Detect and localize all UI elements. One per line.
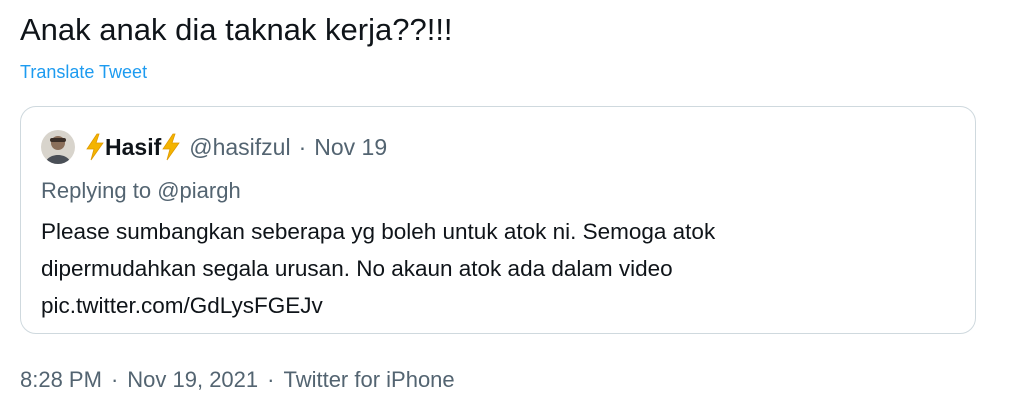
body-line: Please sumbangkan seberapa yg boleh untu…: [41, 219, 716, 244]
translate-tweet-link[interactable]: Translate Tweet: [20, 60, 147, 84]
tweet-time[interactable]: 8:28 PM: [20, 367, 102, 392]
quoted-tweet-card[interactable]: Hasif @hasifzul · Nov 19 Replying to @pi…: [20, 106, 976, 334]
quoted-tweet-date[interactable]: Nov 19: [314, 134, 387, 161]
separator-dot: ·: [298, 133, 307, 160]
display-name-text: Hasif: [105, 133, 162, 160]
tweet-date[interactable]: Nov 19, 2021: [127, 367, 258, 392]
tweet-text: Anak anak dia taknak kerja??!!!: [20, 12, 453, 47]
lightning-icon: [85, 133, 105, 161]
replying-to: Replying to @piargh: [41, 177, 241, 205]
separator-dot: ·: [267, 367, 275, 392]
replying-mention[interactable]: @piargh: [157, 178, 241, 203]
quoted-tweet-body: Please sumbangkan seberapa yg boleh untu…: [41, 213, 941, 324]
media-link[interactable]: pic.twitter.com/GdLysFGEJv: [41, 287, 941, 324]
lightning-icon: [161, 133, 181, 161]
tweet-source[interactable]: Twitter for iPhone: [283, 367, 454, 392]
replying-prefix: Replying to: [41, 178, 158, 203]
quoted-tweet-header: Hasif @hasifzul · Nov 19: [41, 129, 387, 165]
separator-dot: ·: [110, 367, 119, 392]
avatar[interactable]: [41, 130, 75, 164]
user-handle[interactable]: @hasifzul: [189, 134, 290, 161]
display-name[interactable]: Hasif: [85, 133, 181, 161]
body-line: dipermudahkan segala urusan. No akaun at…: [41, 256, 673, 281]
tweet-meta: 8:28 PM · Nov 19, 2021 · Twitter for iPhone: [20, 366, 455, 394]
